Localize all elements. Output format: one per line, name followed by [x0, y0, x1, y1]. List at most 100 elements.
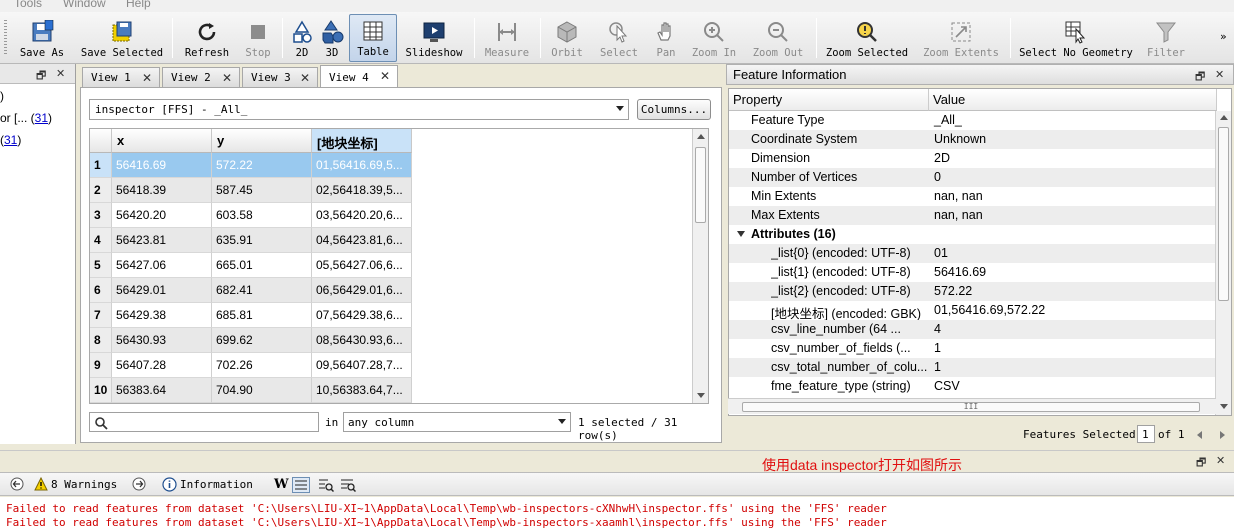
column-header-parcel-coords[interactable]: [地块坐标] [312, 129, 412, 153]
property-row[interactable]: Min Extents nan, nan [729, 187, 1217, 206]
tab-view-2[interactable]: View 2 ✕ [162, 67, 240, 87]
property-row[interactable]: _list{1} (encoded: UTF-8) 56416.69 [729, 263, 1217, 282]
y-cell[interactable]: 685.81 [212, 303, 312, 328]
x-cell[interactable]: 56420.20 [112, 203, 212, 228]
x-cell[interactable]: 56383.64 [112, 378, 212, 403]
parcel-coords-cell[interactable]: 05,56427.06,6... [312, 253, 412, 278]
float-window-icon[interactable]: 🗗 [1195, 68, 1205, 87]
scroll-down-icon[interactable] [697, 393, 705, 398]
select-no-geometry-button[interactable]: Select No Geometry [1018, 14, 1134, 62]
table-row[interactable]: 7 56429.38 685.81 07,56429.38,6... [90, 303, 412, 328]
table-row[interactable]: 4 56423.81 635.91 04,56423.81,6... [90, 228, 412, 253]
log-find-next-button[interactable] [340, 477, 356, 493]
column-header-y[interactable]: y [212, 129, 312, 153]
left-panel-link[interactable]: 31 [4, 133, 17, 147]
view-2d-button[interactable]: 2D [288, 14, 316, 62]
tab-view-1[interactable]: View 1 ✕ [82, 67, 160, 87]
row-number-cell[interactable]: 5 [90, 253, 112, 278]
table-row[interactable]: 8 56430.93 699.62 08,56430.93,6... [90, 328, 412, 353]
stop-button[interactable]: Stop [238, 14, 278, 62]
row-number-cell[interactable]: 3 [90, 203, 112, 228]
property-row[interactable]: _list{0} (encoded: UTF-8) 01 [729, 244, 1217, 263]
table-row[interactable]: 9 56407.28 702.26 09,56407.28,7... [90, 353, 412, 378]
measure-button[interactable]: Measure [482, 14, 532, 62]
table-row[interactable]: 2 56418.39 587.45 02,56418.39,5... [90, 178, 412, 203]
log-back-button[interactable] [10, 477, 24, 491]
property-row[interactable]: csv_line_number (64 ... 4 [729, 320, 1217, 339]
scroll-up-icon[interactable] [1220, 115, 1228, 120]
previous-feature-icon[interactable] [1197, 431, 1202, 439]
y-cell[interactable]: 704.90 [212, 378, 312, 403]
table-row[interactable]: 3 56420.20 603.58 03,56420.20,6... [90, 203, 412, 228]
y-cell[interactable]: 587.45 [212, 178, 312, 203]
row-number-cell[interactable]: 10 [90, 378, 112, 403]
row-number-cell[interactable]: 2 [90, 178, 112, 203]
row-number-cell[interactable]: 7 [90, 303, 112, 328]
log-find-button[interactable] [318, 477, 334, 493]
dataset-combo[interactable]: inspector [FFS] - _All_ [89, 99, 629, 120]
close-icon[interactable]: ✕ [56, 67, 65, 80]
property-row[interactable]: Feature Type _All_ [729, 111, 1217, 130]
x-cell[interactable]: 56416.69 [112, 153, 212, 178]
column-header-x[interactable]: x [112, 129, 212, 153]
table-row[interactable]: 1 56416.69 572.22 01,56416.69,5... [90, 153, 412, 178]
close-tab-icon[interactable]: ✕ [142, 71, 152, 85]
zoom-out-button[interactable]: Zoom Out [752, 14, 804, 62]
save-as-button[interactable]: Save As [14, 14, 70, 62]
parcel-coords-cell[interactable]: 04,56423.81,6... [312, 228, 412, 253]
property-row[interactable]: _list{2} (encoded: UTF-8) 572.22 [729, 282, 1217, 301]
menu-help[interactable]: Help [126, 0, 151, 10]
close-icon[interactable]: ✕ [1216, 454, 1225, 467]
parcel-coords-cell[interactable]: 10,56383.64,7... [312, 378, 412, 403]
scroll-up-icon[interactable] [697, 134, 705, 139]
row-number-cell[interactable]: 1 [90, 153, 112, 178]
refresh-button[interactable]: Refresh [182, 14, 232, 62]
table-row[interactable]: 5 56427.06 665.01 05,56427.06,6... [90, 253, 412, 278]
y-cell[interactable]: 635.91 [212, 228, 312, 253]
scroll-thumb[interactable] [1218, 127, 1229, 301]
scroll-down-icon[interactable] [1220, 404, 1228, 409]
x-cell[interactable]: 56429.01 [112, 278, 212, 303]
property-row[interactable]: Max Extents nan, nan [729, 206, 1217, 225]
y-cell[interactable]: 665.01 [212, 253, 312, 278]
x-cell[interactable]: 56427.06 [112, 253, 212, 278]
table-vertical-scrollbar[interactable] [692, 129, 708, 403]
property-row[interactable]: csv_total_number_of_colu... 1 [729, 358, 1217, 377]
x-cell[interactable]: 56429.38 [112, 303, 212, 328]
tab-view-3[interactable]: View 3 ✕ [242, 67, 318, 87]
row-number-cell[interactable]: 9 [90, 353, 112, 378]
row-number-cell[interactable]: 6 [90, 278, 112, 303]
warnings-filter-button[interactable]: 8 Warnings [34, 477, 117, 491]
table-row[interactable]: 10 56383.64 704.90 10,56383.64,7... [90, 378, 412, 403]
table-row[interactable]: 6 56429.01 682.41 06,56429.01,6... [90, 278, 412, 303]
menu-window[interactable]: Window [63, 0, 106, 10]
search-column-combo[interactable]: any column [343, 412, 571, 432]
view-3d-button[interactable]: 3D [318, 14, 346, 62]
log-forward-button[interactable] [132, 477, 146, 491]
table-view-button[interactable]: Table [349, 14, 397, 62]
value-column-header[interactable]: Value [929, 89, 1217, 111]
tab-view-4[interactable]: View 4 ✕ [320, 65, 398, 88]
features-selected-input[interactable]: 1 [1137, 425, 1155, 443]
parcel-coords-cell[interactable]: 02,56418.39,5... [312, 178, 412, 203]
save-selected-button[interactable]: Save Selected [80, 14, 164, 62]
property-row[interactable]: [地块坐标] (encoded: GBK) 01,56416.69,572.22 [729, 301, 1217, 321]
property-column-header[interactable]: Property [729, 89, 929, 111]
toolbar-overflow-button[interactable]: » [1220, 30, 1227, 43]
information-filter-button[interactable]: Information [162, 477, 253, 492]
close-tab-icon[interactable]: ✕ [380, 69, 390, 83]
y-cell[interactable]: 699.62 [212, 328, 312, 353]
columns-button[interactable]: Columns... [637, 99, 711, 120]
pan-button[interactable]: Pan [650, 14, 682, 62]
parcel-coords-cell[interactable]: 07,56429.38,6... [312, 303, 412, 328]
row-number-cell[interactable]: 8 [90, 328, 112, 353]
scroll-thumb[interactable] [695, 147, 706, 223]
y-cell[interactable]: 702.26 [212, 353, 312, 378]
float-window-icon[interactable]: 🗗 [1196, 454, 1206, 473]
parcel-coords-cell[interactable]: 08,56430.93,6... [312, 328, 412, 353]
parcel-coords-cell[interactable]: 03,56420.20,6... [312, 203, 412, 228]
y-cell[interactable]: 682.41 [212, 278, 312, 303]
zoom-selected-button[interactable]: Zoom Selected [824, 14, 910, 62]
close-tab-icon[interactable]: ✕ [222, 71, 232, 85]
y-cell[interactable]: 572.22 [212, 153, 312, 178]
